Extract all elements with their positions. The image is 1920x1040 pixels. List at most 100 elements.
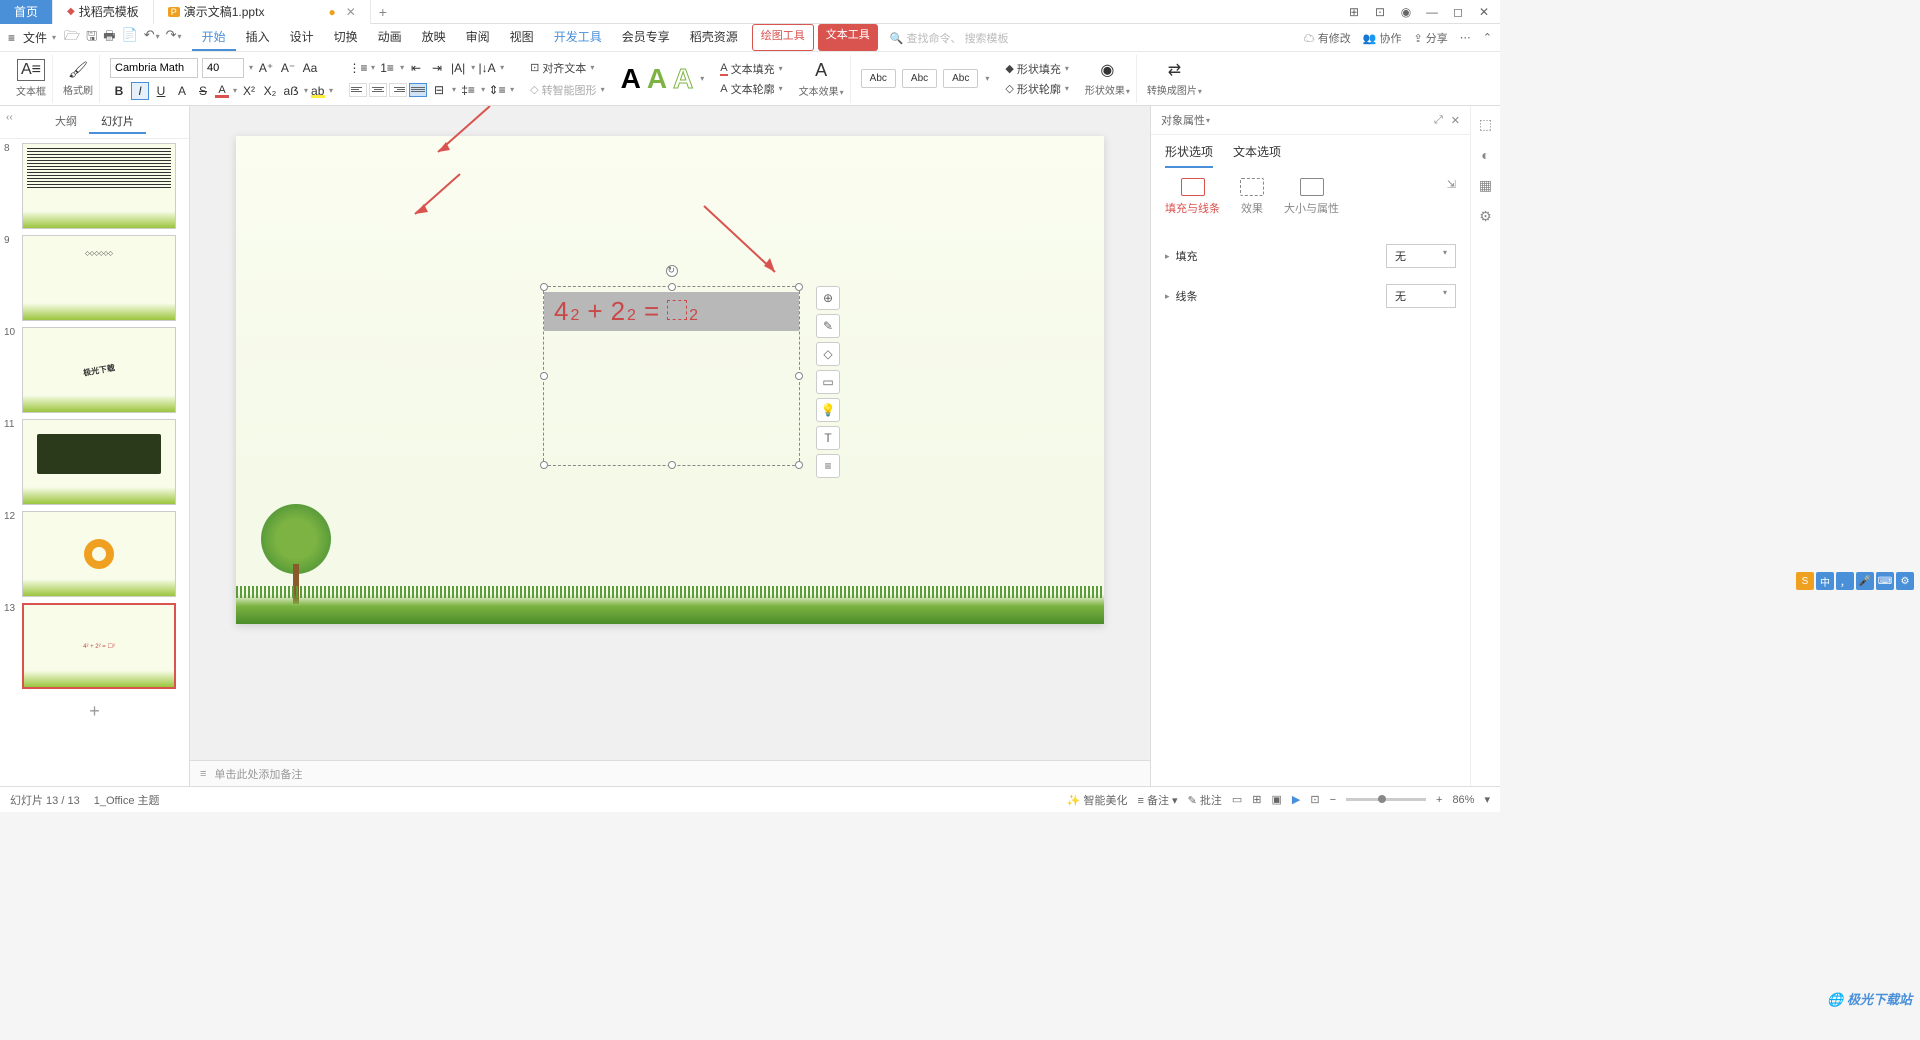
side-settings-icon[interactable]: ⚙: [1479, 208, 1492, 225]
shadow-button[interactable]: A: [173, 82, 191, 100]
equation-placeholder[interactable]: [667, 300, 687, 320]
pin-icon[interactable]: ⤢: [1434, 114, 1443, 127]
share[interactable]: ⇪ 分享: [1414, 30, 1448, 46]
columns-button[interactable]: ⊟: [430, 81, 448, 99]
resize-handle[interactable]: [795, 461, 803, 469]
subtab-effect[interactable]: 效果: [1240, 178, 1264, 216]
side-style-icon[interactable]: ⬚: [1479, 116, 1492, 133]
equation-textbox[interactable]: 42 + 22 = 2: [543, 286, 800, 466]
add-slide-button[interactable]: +: [4, 695, 185, 728]
highlight-button[interactable]: ab: [311, 84, 325, 98]
print-icon[interactable]: 🖶: [103, 27, 115, 49]
zoom-in-icon[interactable]: +: [1436, 794, 1442, 806]
bullets-button[interactable]: ⋮≡: [349, 59, 367, 77]
thumb-12[interactable]: [22, 511, 176, 597]
shape-effect-icon[interactable]: ◉: [1100, 60, 1114, 80]
zoom-value[interactable]: 86%: [1452, 794, 1474, 806]
resize-handle[interactable]: [795, 283, 803, 291]
bold-button[interactable]: B: [110, 82, 128, 100]
wordart-preset-1[interactable]: A: [621, 63, 641, 95]
redo-icon[interactable]: ↷▾: [166, 27, 182, 49]
shape-preset-2[interactable]: Abc: [902, 69, 937, 88]
ime-lang-icon[interactable]: 中: [1816, 572, 1834, 590]
resize-handle[interactable]: [540, 372, 548, 380]
textbox-icon[interactable]: A≡: [17, 59, 45, 81]
shape-outline-button[interactable]: ◇ 形状轮廓▾: [1005, 81, 1068, 97]
float-fill-icon[interactable]: ◇: [816, 342, 840, 366]
text-fill-button[interactable]: A 文本填充▾: [720, 61, 782, 77]
float-rect-icon[interactable]: ▭: [816, 370, 840, 394]
minimize-icon[interactable]: —: [1424, 5, 1440, 19]
change-case-icon[interactable]: Aa: [301, 59, 319, 77]
subtab-size[interactable]: 大小与属性: [1284, 178, 1339, 216]
more-icon[interactable]: ⋯: [1460, 31, 1471, 44]
ime-kb-icon[interactable]: ⌨: [1876, 572, 1894, 590]
collab[interactable]: 👥 协作: [1363, 30, 1402, 46]
notes-placeholder[interactable]: 单击此处添加备注: [214, 766, 302, 782]
superscript-button[interactable]: X²: [240, 82, 258, 100]
tab-slides[interactable]: 幻灯片: [89, 110, 146, 134]
zoom-caret[interactable]: ▾: [1484, 793, 1490, 806]
layout-icon[interactable]: ⊞: [1346, 5, 1362, 19]
wordart-preset-3[interactable]: A: [673, 63, 693, 95]
tab-home[interactable]: 首页: [0, 0, 53, 24]
slide-canvas[interactable]: 42 + 22 = 2 ⊕ ✎ ◇ ▭ 💡 T ≡: [236, 136, 1104, 624]
tab-animation[interactable]: 动画: [368, 24, 412, 51]
view-sorter-icon[interactable]: ⊞: [1252, 793, 1261, 806]
font-color-button[interactable]: A: [215, 84, 229, 98]
grid-icon[interactable]: ⊡: [1372, 5, 1388, 19]
close-window-icon[interactable]: ✕: [1476, 5, 1492, 19]
font-name-select[interactable]: [110, 58, 198, 78]
side-anim-icon[interactable]: ◐: [1481, 147, 1489, 163]
notes-bar[interactable]: ≡ 单击此处添加备注: [190, 760, 1150, 786]
resize-handle[interactable]: [540, 461, 548, 469]
resize-handle[interactable]: [540, 283, 548, 291]
format-painter-icon[interactable]: 🖌: [68, 60, 88, 80]
align-justify[interactable]: [409, 83, 427, 97]
float-bulb-icon[interactable]: 💡: [816, 398, 840, 422]
undo-icon[interactable]: ↶▾: [144, 27, 160, 49]
close-tab-icon[interactable]: ✕: [346, 5, 356, 19]
text-direction-button[interactable]: |↓A: [478, 59, 496, 77]
thumb-11[interactable]: [22, 419, 176, 505]
expand-all-icon[interactable]: ⇲: [1447, 178, 1456, 191]
wordart-preset-2[interactable]: A: [647, 63, 667, 95]
italic-button[interactable]: I: [131, 82, 149, 100]
tab-document[interactable]: P 演示文稿1.pptx ● ✕: [154, 0, 371, 24]
shape-preset-1[interactable]: Abc: [861, 69, 896, 88]
shape-fill-button[interactable]: ◆ 形状填充▾: [1005, 61, 1068, 77]
has-edit[interactable]: ☁ 有修改: [1304, 30, 1351, 46]
add-tab-button[interactable]: +: [371, 4, 395, 20]
thumb-13[interactable]: 4² + 2² = ☐²: [22, 603, 176, 689]
text-tool-tag[interactable]: 文本工具: [818, 24, 878, 51]
view-normal-icon[interactable]: ▭: [1232, 793, 1242, 806]
float-pen-icon[interactable]: ✎: [816, 314, 840, 338]
strike-button[interactable]: S: [194, 82, 212, 100]
underline-button[interactable]: U: [152, 82, 170, 100]
tab-resources[interactable]: 稻壳资源: [680, 24, 748, 51]
prop-line-row[interactable]: ▸线条 无▾: [1165, 276, 1456, 316]
tab-transition[interactable]: 切换: [324, 24, 368, 51]
file-menu[interactable]: 文件▾: [17, 29, 62, 46]
outdent-button[interactable]: ⇤: [407, 59, 425, 77]
collapse-ribbon-icon[interactable]: ⌃: [1483, 31, 1492, 44]
tab-start[interactable]: 开始: [192, 24, 236, 51]
text-outline-button[interactable]: A 文本轮廓▾: [720, 81, 782, 97]
ime-logo-icon[interactable]: S: [1796, 572, 1814, 590]
open-icon[interactable]: 🗁: [64, 27, 80, 49]
line-select[interactable]: 无▾: [1386, 284, 1456, 308]
font-shrink-icon[interactable]: A⁻: [279, 59, 297, 77]
resize-handle[interactable]: [795, 372, 803, 380]
indent-button[interactable]: ⇥: [428, 59, 446, 77]
tab-outline[interactable]: 大纲: [43, 110, 89, 134]
align-center[interactable]: [369, 83, 387, 97]
tab-insert[interactable]: 插入: [236, 24, 280, 51]
text-effect-icon[interactable]: A: [815, 60, 827, 81]
maximize-icon[interactable]: ◻: [1450, 5, 1466, 19]
ime-punct-icon[interactable]: ，: [1836, 572, 1854, 590]
tab-design[interactable]: 设计: [280, 24, 324, 51]
tab-devtools[interactable]: 开发工具: [544, 24, 612, 51]
convert-icon[interactable]: ⇄: [1168, 60, 1181, 80]
prop-fill-row[interactable]: ▸填充 无▾: [1165, 236, 1456, 276]
subscript-button[interactable]: X₂: [261, 82, 279, 100]
